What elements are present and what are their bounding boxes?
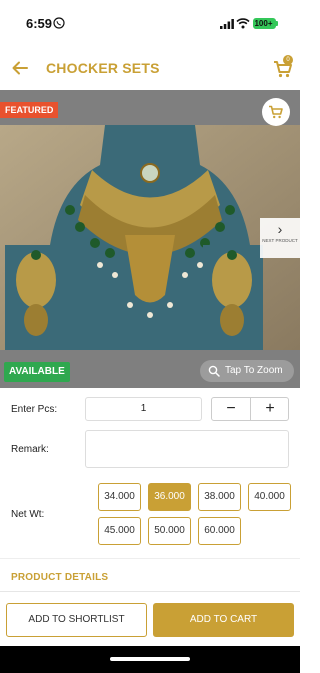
- tap-to-zoom-button[interactable]: Tap To Zoom: [200, 360, 294, 382]
- availability-badge: AVAILABLE: [4, 362, 70, 382]
- pcs-input[interactable]: 1: [85, 397, 202, 421]
- battery-level: 100+: [254, 19, 273, 28]
- status-time: 6:59: [26, 16, 53, 31]
- increment-button[interactable]: +: [251, 398, 289, 420]
- status-bar: 6:59 100+: [0, 0, 300, 46]
- add-to-shortlist-button[interactable]: ADD TO SHORTLIST: [6, 603, 147, 637]
- net-weight-label: Net Wt:: [11, 509, 45, 520]
- net-weight-option[interactable]: 45.000: [98, 517, 141, 545]
- cart-count-badge: 0: [283, 55, 293, 65]
- add-to-cart-icon-button[interactable]: [262, 98, 290, 126]
- decrement-button[interactable]: −: [212, 398, 250, 420]
- net-weight-option[interactable]: 40.000: [248, 483, 291, 511]
- product-image-area: FEATURED › NEXT PRODUCT AVAILABLE Tap To…: [0, 90, 300, 388]
- next-product-button[interactable]: › NEXT PRODUCT: [260, 218, 300, 258]
- net-weight-option-selected[interactable]: 36.000: [148, 483, 191, 511]
- cart-icon: [269, 105, 283, 119]
- next-product-label: NEXT PRODUCT: [262, 238, 298, 243]
- remark-input[interactable]: [85, 430, 289, 468]
- search-icon: [208, 365, 220, 377]
- pcs-label: Enter Pcs:: [11, 404, 58, 415]
- net-weight-option[interactable]: 60.000: [198, 517, 241, 545]
- whatsapp-icon: [53, 17, 65, 29]
- product-image[interactable]: [0, 125, 300, 350]
- signal-icon: [220, 19, 234, 29]
- page-title: CHOCKER SETS: [46, 60, 160, 76]
- section-divider: [0, 558, 300, 559]
- chevron-right-icon: ›: [277, 221, 283, 237]
- net-weight-option[interactable]: 50.000: [148, 517, 191, 545]
- add-to-cart-button[interactable]: ADD TO CART: [153, 603, 294, 637]
- back-arrow-icon[interactable]: [10, 58, 30, 78]
- net-weight-option[interactable]: 38.000: [198, 483, 241, 511]
- net-weight-option[interactable]: 34.000: [98, 483, 141, 511]
- tap-to-zoom-label: Tap To Zoom: [225, 365, 283, 376]
- home-indicator-area: [0, 646, 300, 673]
- remark-label: Remark:: [11, 444, 49, 455]
- battery-cap: [276, 21, 278, 26]
- bottom-action-bar: ADD TO SHORTLIST ADD TO CART: [0, 591, 300, 646]
- wifi-icon: [236, 18, 250, 29]
- home-indicator[interactable]: [110, 657, 190, 661]
- app-header: CHOCKER SETS 0: [0, 46, 300, 90]
- featured-badge: FEATURED: [0, 102, 59, 118]
- quantity-stepper: − +: [211, 397, 289, 421]
- product-details-heading[interactable]: PRODUCT DETAILS: [11, 572, 108, 583]
